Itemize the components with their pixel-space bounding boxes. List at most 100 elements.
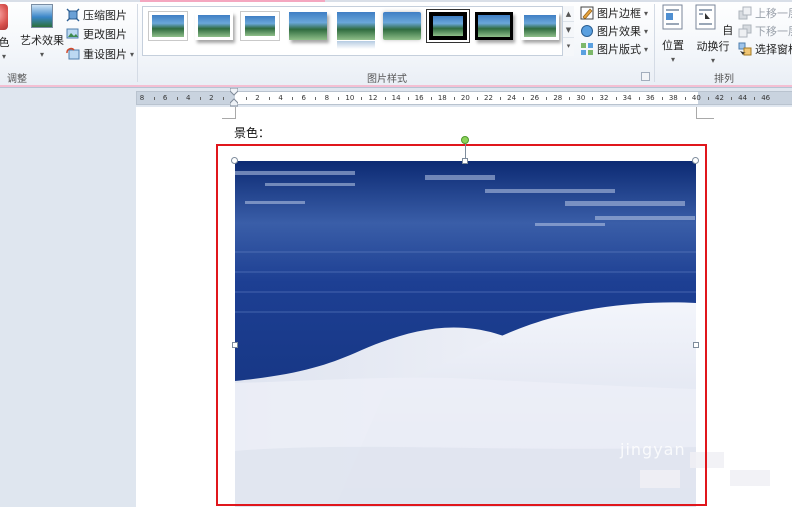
ruler-tick-label: 20 [460, 94, 470, 102]
picture-border-button[interactable]: 图片边框 ▾ [580, 4, 648, 22]
position-button[interactable]: 位置 ▾ [658, 4, 688, 64]
ruler-minor-tick [222, 97, 224, 100]
bring-forward-button[interactable]: 上移一层 [738, 4, 792, 22]
color-button[interactable]: 色 ▾ [0, 4, 16, 61]
rotate-handle-icon[interactable] [461, 136, 469, 144]
chevron-down-icon: ▾ [644, 44, 649, 54]
ruler-tick-label: 34 [622, 94, 632, 102]
bring-forward-label: 上移一层 [755, 7, 792, 20]
resize-handle-e[interactable] [693, 342, 699, 348]
ruler-tick-label: 8 [324, 94, 330, 102]
ruler-tick-label: 24 [507, 94, 517, 102]
ruler-tick-label: 32 [599, 94, 609, 102]
ruler-tick-label: 16 [414, 94, 424, 102]
picture-effects-button[interactable]: 图片效果 ▾ [580, 22, 648, 40]
highlight-frame [216, 144, 707, 506]
style-thumb[interactable] [475, 12, 513, 40]
style-thumb[interactable] [195, 12, 233, 40]
chevron-down-icon: ▾ [644, 8, 649, 18]
arrange-group-label: 排列 [714, 74, 734, 85]
ruler-minor-tick [338, 97, 340, 100]
picture-layout-label: 图片版式 [597, 43, 641, 56]
document-gutter [0, 107, 136, 507]
gallery-more-icon[interactable]: ▾ [563, 38, 574, 54]
ribbon: 色 ▾ 艺术效果 ▾ 压缩图片 更改图片 重设图片 ▾ 调整 ▲ ▼ ▾ 图片边… [0, 0, 792, 88]
style-thumb[interactable] [337, 12, 375, 49]
ruler-minor-tick [500, 97, 502, 100]
picture-styles-group-label: 图片样式 [367, 74, 407, 85]
ruler-minor-tick [384, 97, 386, 100]
ruler-tick-label: 6 [162, 94, 168, 102]
wrap-text-icon [695, 4, 716, 30]
picture-layout-icon [581, 43, 593, 55]
style-thumb[interactable] [241, 12, 279, 40]
chevron-down-icon: ▾ [710, 56, 715, 65]
ruler-tick-label: 10 [345, 94, 355, 102]
style-thumb[interactable] [383, 12, 421, 40]
resize-handle-n[interactable] [462, 158, 468, 164]
ruler-minor-tick [292, 97, 294, 100]
document-heading-text[interactable]: 景色： [234, 124, 270, 141]
watermark-block [730, 470, 770, 486]
ruler-tick-label: 46 [761, 94, 771, 102]
ruler-tick-label: 8 [139, 94, 145, 102]
send-backward-icon [738, 24, 752, 38]
ruler-tick-label: 12 [368, 94, 378, 102]
send-backward-button[interactable]: 下移一层 [738, 22, 792, 40]
style-thumb-selected[interactable] [429, 12, 467, 40]
bring-forward-icon [738, 6, 752, 20]
ruler-minor-tick [476, 97, 478, 100]
artistic-effects-label: 艺术效果 [20, 34, 64, 47]
ruler-tick-label: 44 [738, 94, 748, 102]
selection-pane-button[interactable]: 选择窗格 [738, 40, 792, 58]
artistic-effects-button[interactable]: 艺术效果 ▾ [20, 4, 64, 59]
picture-effects-icon [581, 25, 593, 37]
wrap-text-button[interactable]: 自动换行 ▾ [690, 4, 736, 65]
ruler-minor-tick [661, 97, 663, 100]
change-picture-button[interactable]: 更改图片 [66, 25, 127, 43]
picture-layout-button[interactable]: 图片版式 ▾ [580, 40, 648, 58]
resize-handle-nw[interactable] [231, 157, 238, 164]
ruler-minor-tick [153, 97, 155, 100]
reset-picture-button[interactable]: 重设图片 ▾ [66, 45, 134, 63]
style-thumb[interactable] [149, 12, 187, 40]
style-thumb[interactable] [521, 12, 559, 40]
compress-pictures-button[interactable]: 压缩图片 [66, 6, 127, 24]
picture-border-icon [580, 6, 594, 20]
picture-styles-gallery[interactable] [142, 6, 574, 56]
ruler-tick-label: 4 [278, 94, 283, 102]
ruler-tick-label: 28 [553, 94, 563, 102]
gallery-scrollbar[interactable]: ▲ ▼ ▾ [562, 6, 574, 56]
scroll-down-icon[interactable]: ▼ [563, 22, 574, 38]
resize-handle-w[interactable] [232, 342, 238, 348]
reset-picture-icon [66, 47, 80, 60]
resize-handle-ne[interactable] [692, 157, 699, 164]
ruler-tick-label: 2 [255, 94, 260, 102]
ruler-tick-label: 14 [391, 94, 401, 102]
style-thumb[interactable] [289, 12, 327, 40]
ruler-tick-label: 2 [209, 94, 214, 102]
indent-marker-icon[interactable] [230, 88, 238, 108]
chevron-down-icon: ▾ [1, 52, 6, 61]
compress-icon [66, 8, 80, 22]
styles-dialog-launcher-icon[interactable] [641, 72, 650, 81]
ruler-minor-tick [546, 97, 548, 100]
ruler-tick-label: 6 [301, 94, 306, 102]
reset-picture-label: 重设图片 [83, 48, 127, 61]
ruler-tick-label: 4 [185, 94, 191, 102]
ruler-minor-tick [199, 97, 201, 100]
ruler-minor-tick [430, 97, 432, 100]
ruler-minor-tick [245, 97, 247, 100]
scroll-up-icon[interactable]: ▲ [563, 6, 574, 22]
selection-pane-icon [738, 42, 752, 56]
ruler-minor-tick [707, 97, 709, 100]
ruler-tick-label: 42 [715, 94, 724, 102]
selection-pane-label: 选择窗格 [755, 43, 792, 56]
change-picture-icon [66, 28, 79, 39]
ruler-tick-label: 18 [437, 94, 447, 102]
ruler-tick-label: 40 [691, 94, 701, 102]
change-picture-label: 更改图片 [83, 28, 127, 41]
group-separator [137, 4, 138, 82]
color-label: 色 [0, 36, 10, 49]
ruler-tick-label: 36 [645, 94, 655, 102]
